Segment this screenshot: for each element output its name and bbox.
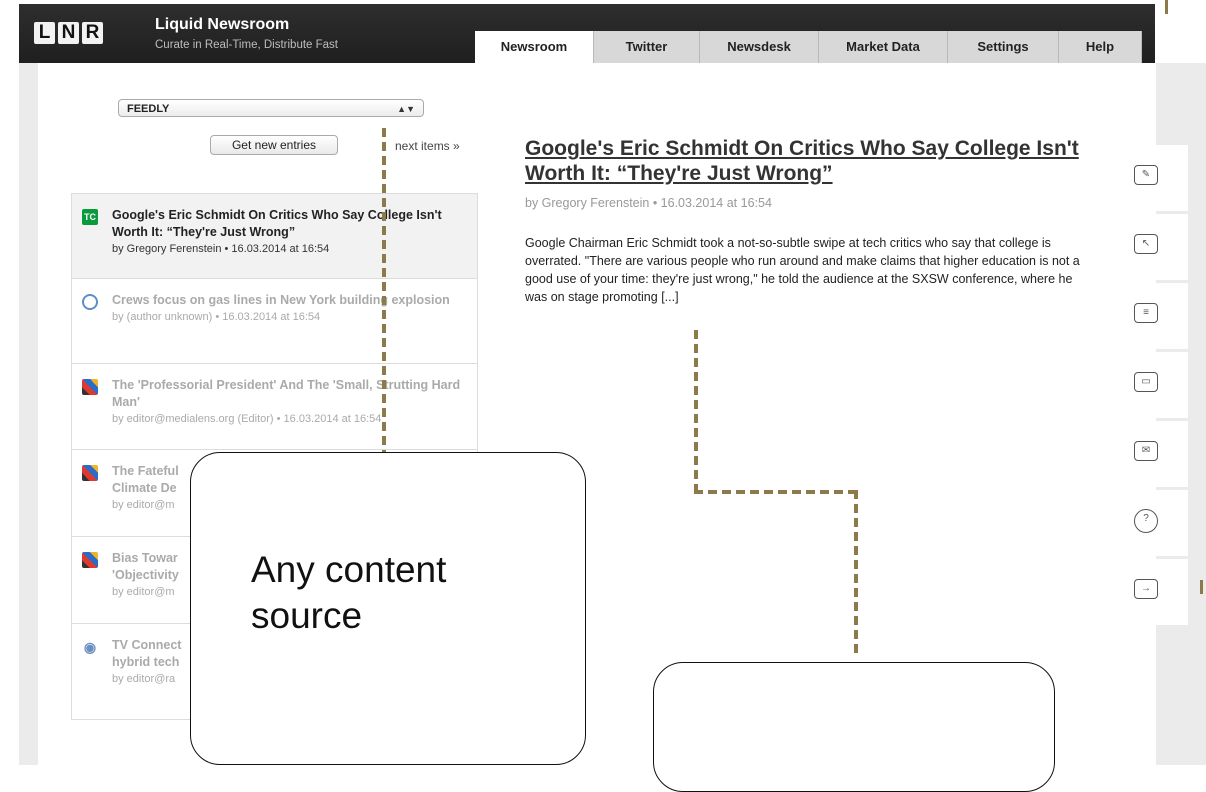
feed-item-meta: by (author unknown) • 16.03.2014 at 16:5…: [112, 311, 321, 323]
email-send-button[interactable]: ✉: [1118, 421, 1188, 487]
annotation-dash: [382, 128, 386, 468]
article-title[interactable]: Google's Eric Schmidt On Critics Who Say…: [525, 136, 1105, 186]
help-button[interactable]: ?: [1118, 490, 1188, 556]
feed-item-meta: by editor@medialens.org (Editor) • 16.03…: [112, 413, 382, 425]
app-title: Liquid Newsroom: [155, 16, 290, 33]
feed-item[interactable]: The 'Professorial President' And The 'Sm…: [71, 364, 478, 450]
article-meta: by Gregory Ferenstein • 16.03.2014 at 16…: [525, 196, 772, 210]
tab-newsroom[interactable]: Newsroom: [475, 31, 594, 63]
edit-comment-icon: ✎: [1134, 165, 1158, 185]
select-arrows-icon: ▲▼: [397, 104, 415, 114]
annotation-dash: [694, 330, 698, 492]
techcrunch-icon: TC: [82, 209, 98, 225]
logo-letter: N: [58, 22, 79, 44]
tab-twitter[interactable]: Twitter: [594, 31, 700, 63]
app-logo[interactable]: L N R: [34, 22, 103, 44]
pointer-comment-icon: ↖: [1134, 234, 1158, 254]
next-items-link[interactable]: next items »: [395, 139, 460, 153]
list-edit-comment-icon: ≡: [1134, 303, 1158, 323]
get-new-entries-button[interactable]: Get new entries: [210, 135, 338, 155]
image-comment-button[interactable]: ▭: [1118, 352, 1188, 418]
radio-icon: ◉: [83, 639, 97, 655]
logout-button[interactable]: →: [1118, 559, 1188, 625]
edit-comment-button[interactable]: ✎: [1118, 145, 1188, 211]
callout-line: Any content: [251, 549, 447, 590]
feed-item-title: Google's Eric Schmidt On Critics Who Say…: [112, 208, 442, 239]
medialens-icon: [82, 465, 98, 481]
annotation-dash: [854, 490, 858, 658]
tab-help[interactable]: Help: [1059, 31, 1142, 63]
source-select[interactable]: FEEDLY ▲▼: [118, 99, 424, 117]
logout-icon: →: [1134, 579, 1158, 599]
annotation-callout: [653, 662, 1055, 792]
tab-settings[interactable]: Settings: [948, 31, 1059, 63]
tab-market-data[interactable]: Market Data: [819, 31, 948, 63]
source-select-value: FEEDLY: [127, 103, 170, 115]
pointer-comment-button[interactable]: ↖: [1118, 214, 1188, 280]
app-subtitle: Curate in Real-Time, Distribute Fast: [155, 39, 338, 51]
callout-line: source: [251, 595, 363, 636]
annotation-callout-text: Any content source: [251, 547, 446, 639]
help-icon: ?: [1134, 509, 1158, 533]
article-body: Google Chairman Eric Schmidt took a not-…: [525, 236, 1080, 304]
logo-letter: L: [34, 22, 55, 44]
annotation-dash: [694, 490, 858, 494]
feed-item[interactable]: TC Google's Eric Schmidt On Critics Who …: [71, 194, 478, 279]
tab-newsdesk[interactable]: Newsdesk: [700, 31, 819, 63]
feed-item-title: Crews focus on gas lines in New York bui…: [112, 293, 450, 307]
medialens-icon: [82, 552, 98, 568]
medialens-icon: [82, 379, 98, 395]
annotation-dash: [1165, 0, 1168, 14]
app-header: L N R Liquid Newsroom Curate in Real-Tim…: [0, 0, 1206, 63]
logo-letter: R: [82, 22, 103, 44]
annotation-dash: [1200, 580, 1203, 594]
feed-item-meta: by Gregory Ferenstein • 16.03.2014 at 16…: [112, 243, 330, 255]
globe-icon: [82, 294, 98, 310]
annotation-callout: Any content source: [190, 452, 586, 765]
page-gutter-left: [19, 63, 38, 765]
main-tabs: Newsroom Twitter Newsdesk Market Data Se…: [475, 31, 1142, 63]
list-edit-comment-button[interactable]: ≡: [1118, 283, 1188, 349]
image-comment-icon: ▭: [1134, 372, 1158, 392]
feed-item-title: The 'Professorial President' And The 'Sm…: [112, 378, 461, 409]
feed-item[interactable]: Crews focus on gas lines in New York bui…: [71, 279, 478, 364]
email-send-icon: ✉: [1134, 441, 1158, 461]
